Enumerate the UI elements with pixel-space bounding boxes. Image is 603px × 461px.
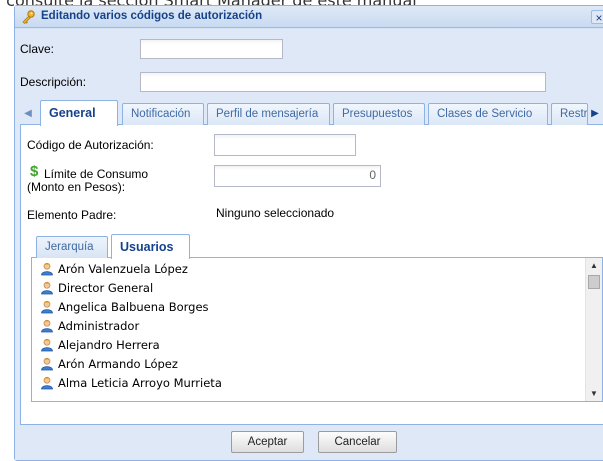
- tab-general[interactable]: General: [40, 100, 118, 126]
- user-name: Administrador: [58, 319, 140, 333]
- limite-label-line2: (Monto en Pesos):: [27, 180, 126, 194]
- limite-input[interactable]: 0: [214, 165, 381, 187]
- tab-notificacion[interactable]: Notificación: [122, 103, 204, 125]
- arrow-left-icon[interactable]: ◀: [21, 105, 35, 123]
- scroll-thumb[interactable]: [588, 275, 600, 289]
- users-list[interactable]: Arón Valenzuela López Director General A…: [31, 258, 603, 402]
- cancel-button[interactable]: Cancelar: [318, 431, 397, 453]
- codigo-label: Código de Autorización:: [27, 138, 154, 152]
- user-icon: [40, 338, 54, 352]
- accept-button[interactable]: Aceptar: [231, 431, 304, 453]
- close-icon[interactable]: ×: [591, 10, 603, 25]
- key-icon: [21, 10, 35, 24]
- dialog-body: Clave: Descripción: ◀ General Notificaci…: [15, 29, 603, 460]
- tab-perfil-mensajeria[interactable]: Perfil de mensajería: [207, 103, 330, 125]
- tab-jerarquia[interactable]: Jerarquía: [36, 236, 108, 258]
- list-item[interactable]: Alma Leticia Arroyo Murrieta: [40, 374, 222, 393]
- user-name: Alejandro Herrera: [58, 338, 160, 352]
- user-icon: [40, 357, 54, 371]
- user-name: Arón Valenzuela López: [58, 262, 188, 276]
- list-item[interactable]: Angelica Balbuena Borges: [40, 298, 209, 317]
- dollar-icon: $: [30, 163, 39, 180]
- codigo-input[interactable]: [214, 134, 356, 156]
- tab-restr[interactable]: Restr: [551, 103, 588, 125]
- scroll-down-icon[interactable]: ▼: [586, 386, 602, 401]
- list-item[interactable]: Administrador: [40, 317, 139, 336]
- list-item[interactable]: Director General: [40, 279, 153, 298]
- clave-label: Clave:: [20, 42, 55, 56]
- user-icon: [40, 262, 54, 276]
- arrow-right-icon[interactable]: ▶: [588, 105, 602, 123]
- descripcion-label: Descripción:: [20, 75, 87, 89]
- descripcion-input[interactable]: [140, 72, 546, 92]
- user-name: Director General: [58, 281, 154, 295]
- dialog-titlebar[interactable]: Editando varios códigos de autorización …: [15, 6, 603, 28]
- tab-strip: ◀ General Notificación Perfil de mensaje…: [20, 100, 603, 126]
- list-item[interactable]: Arón Valenzuela López: [40, 260, 188, 279]
- elemento-padre-value: Ninguno seleccionado: [216, 206, 335, 220]
- user-icon: [40, 319, 54, 333]
- general-panel: Código de Autorización: $ Límite de Cons…: [20, 125, 603, 425]
- user-icon: [40, 376, 54, 390]
- tab-clases-servicio[interactable]: Clases de Servicio: [428, 103, 548, 125]
- list-item[interactable]: Arón Armando López: [40, 355, 178, 374]
- clave-input[interactable]: [140, 39, 283, 59]
- list-item[interactable]: Alejandro Herrera: [40, 336, 160, 355]
- user-name: Alma Leticia Arroyo Murrieta: [58, 376, 222, 390]
- dialog-title: Editando varios códigos de autorización: [41, 10, 263, 22]
- limite-label-line1: Límite de Consumo: [44, 167, 149, 181]
- scroll-up-icon[interactable]: ▲: [586, 258, 602, 274]
- edit-authorization-dialog: Editando varios códigos de autorización …: [14, 5, 603, 461]
- tab-presupuestos[interactable]: Presupuestos: [333, 103, 425, 125]
- user-icon: [40, 281, 54, 295]
- tab-usuarios[interactable]: Usuarios: [111, 234, 190, 259]
- user-icon: [40, 300, 54, 314]
- user-name: Angelica Balbuena Borges: [58, 300, 209, 314]
- user-name: Arón Armando López: [58, 357, 178, 371]
- inner-tab-strip: Jerarquía Usuarios: [31, 234, 603, 259]
- users-list-scrollbar[interactable]: ▲ ▼: [585, 258, 602, 401]
- elemento-padre-label: Elemento Padre:: [27, 208, 117, 222]
